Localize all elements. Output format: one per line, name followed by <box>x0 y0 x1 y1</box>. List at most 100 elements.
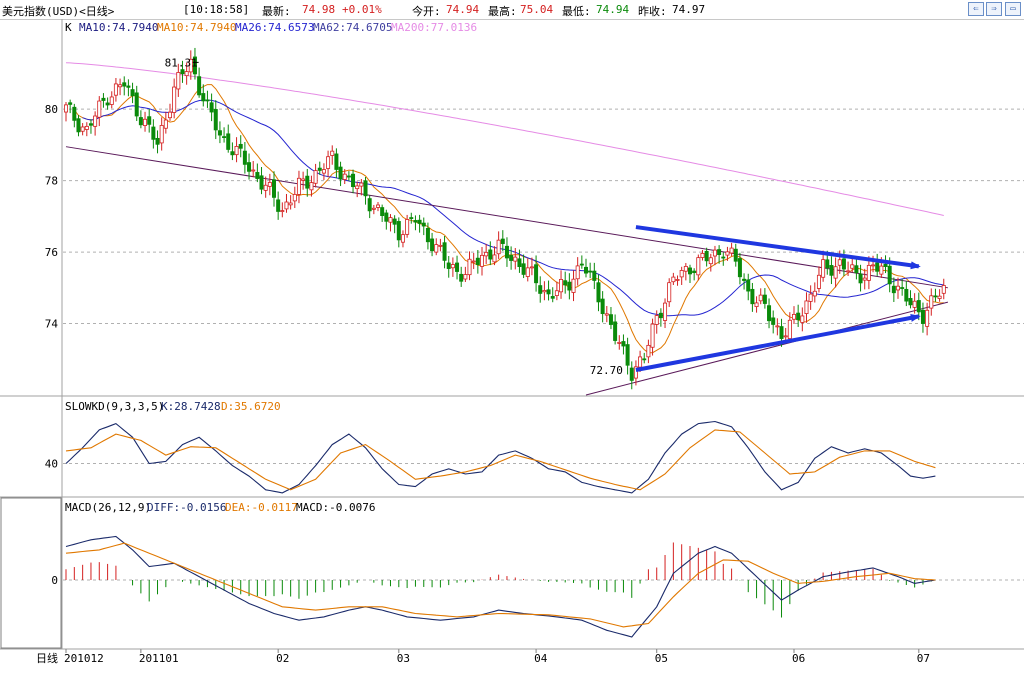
candle <box>326 150 331 178</box>
price-tick-label: 74 <box>45 318 59 331</box>
candle <box>438 238 443 252</box>
candle <box>367 195 372 219</box>
price-panel-title: K <box>65 21 72 34</box>
candle <box>213 100 218 140</box>
candle <box>234 137 239 163</box>
x-tick-label: 02 <box>276 652 289 665</box>
candle <box>155 130 160 154</box>
candle <box>567 273 572 300</box>
candle <box>334 148 339 179</box>
legend-d: D:35.6720 <box>221 400 281 413</box>
prev-page-icon[interactable]: ⇐ <box>968 2 984 16</box>
quote-header: 美元指数(USD)<日线> [10:18:58] 最新: 74.98 +0.01… <box>0 0 1024 20</box>
next-page-icon[interactable]: ⇒ <box>986 2 1002 16</box>
macd-side-box <box>0 497 62 649</box>
candle <box>159 117 164 151</box>
candle <box>496 231 501 259</box>
candle <box>584 258 589 278</box>
candle <box>559 270 564 299</box>
candle <box>929 288 934 316</box>
open-label: 今开: <box>412 5 441 18</box>
candle <box>554 281 559 301</box>
candle <box>330 145 335 165</box>
candle <box>771 310 776 334</box>
candle <box>355 181 360 198</box>
candle <box>118 78 123 96</box>
legend-ma10-a: MA10:74.7940 <box>79 21 158 34</box>
candle <box>800 307 805 332</box>
x-tick-label: 201012 <box>64 652 104 665</box>
candle <box>613 314 618 345</box>
candle <box>384 209 389 230</box>
candle <box>413 215 418 231</box>
candle <box>525 258 530 282</box>
candle <box>143 111 148 132</box>
candle <box>288 195 293 210</box>
low-annotation: 72.70 <box>590 364 623 377</box>
candle <box>642 352 647 364</box>
candle <box>259 166 264 195</box>
candle <box>392 215 397 234</box>
candle <box>68 99 73 114</box>
ma10-line <box>73 84 944 354</box>
candle <box>434 238 439 256</box>
candle <box>280 202 285 218</box>
candle <box>230 142 235 161</box>
candle <box>463 266 468 282</box>
candle <box>575 257 580 286</box>
candle <box>688 264 693 283</box>
candle <box>455 255 460 280</box>
candle <box>305 169 310 197</box>
candle <box>933 288 938 302</box>
candle <box>941 278 946 300</box>
macd-tick-label: 0 <box>51 574 58 587</box>
x-tick-label: 03 <box>397 652 410 665</box>
candle <box>446 256 451 278</box>
candle <box>450 257 455 277</box>
latest-value: 74.98 <box>302 3 336 16</box>
trend-line <box>585 301 949 396</box>
x-tick-label: 201101 <box>139 652 179 665</box>
candle <box>608 307 613 330</box>
candle <box>650 318 655 356</box>
legend-macd: MACD:-0.0076 <box>296 501 375 514</box>
legend-k: K:28.7428 <box>161 400 221 413</box>
candle <box>742 273 747 290</box>
candle <box>521 254 526 279</box>
candle <box>708 253 713 272</box>
candle <box>704 247 709 267</box>
instrument-title[interactable]: 美元指数(USD)<日线> <box>2 3 114 19</box>
close-panel-icon[interactable]: ▭ <box>1005 2 1021 16</box>
legend-ma26: MA26:74.6573 <box>235 21 314 34</box>
candle <box>84 122 89 137</box>
candle <box>267 173 272 196</box>
candle <box>271 171 276 207</box>
candle <box>163 111 168 134</box>
x-tick-label: 04 <box>534 652 548 665</box>
candle <box>209 93 214 122</box>
candle <box>217 121 222 144</box>
price-grid: 74 76 78 80 <box>45 103 1024 331</box>
candle <box>255 163 260 183</box>
candle <box>109 91 114 109</box>
candle <box>904 281 909 307</box>
candle <box>733 243 738 267</box>
kd-legend: SLOWKD(9,3,3,5) K:28.7428 D:35.6720 <box>65 400 281 413</box>
candle <box>76 115 81 137</box>
candle <box>588 262 593 279</box>
candle <box>292 186 297 209</box>
candle <box>762 288 767 309</box>
candle <box>592 262 597 290</box>
candle <box>346 171 351 182</box>
low-label: 最低: <box>562 5 591 18</box>
prev-close-value: 74.97 <box>672 3 706 16</box>
candle <box>167 103 172 121</box>
candle <box>692 268 697 281</box>
candle <box>442 235 447 269</box>
candle <box>875 253 880 276</box>
candle <box>900 279 905 296</box>
dea-line <box>65 542 936 628</box>
candle <box>242 141 247 174</box>
candle <box>617 335 622 350</box>
candle <box>430 232 435 257</box>
